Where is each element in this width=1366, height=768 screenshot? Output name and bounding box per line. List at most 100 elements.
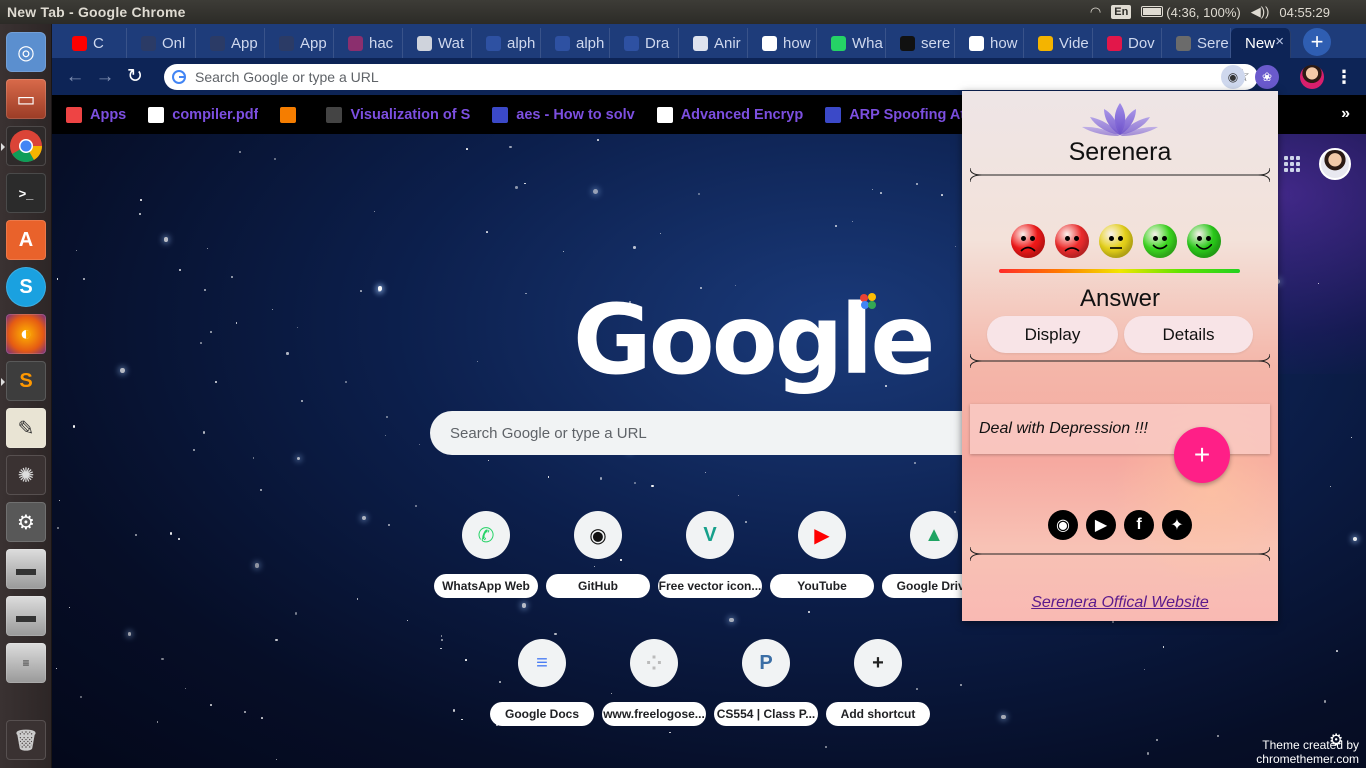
browser-tab[interactable]: C <box>58 28 127 58</box>
shortcut-favicon-icon: P <box>742 639 790 687</box>
star-dot <box>1352 536 1357 541</box>
details-button[interactable]: Details <box>1124 316 1253 353</box>
shortcut-tile[interactable]: ≡ Google Docs <box>486 639 598 739</box>
bookmark-label: ARP Spoofing At <box>849 106 966 123</box>
official-website-link[interactable]: Serenera Offical Website <box>962 594 1278 612</box>
terminal-icon[interactable]: >_ <box>6 173 46 213</box>
address-bar[interactable]: Search Google or type a URL ☆ <box>164 64 1258 90</box>
twitter-icon[interactable]: ✦ <box>1162 510 1192 540</box>
serenera-extension-icon[interactable]: ❀ <box>1255 65 1279 89</box>
browser-tab[interactable]: App <box>196 28 265 58</box>
browser-tab[interactable]: how <box>955 28 1024 58</box>
star-dot <box>477 360 479 362</box>
bookmarks-overflow-icon[interactable]: » <box>1341 105 1350 123</box>
tab-title: Vide <box>1059 34 1089 52</box>
star-dot <box>360 290 363 293</box>
sublime-text-icon[interactable]: S <box>1 361 46 401</box>
tab-new-tab[interactable]: New × <box>1231 28 1291 58</box>
star-dot <box>660 233 662 235</box>
bookmark-item[interactable] <box>280 106 304 123</box>
bookmark-item[interactable]: aes - How to solv <box>492 106 635 123</box>
browser-tab[interactable]: alph <box>541 28 610 58</box>
firefox-icon[interactable]: ◐ <box>6 314 46 354</box>
unity-launcher: ◎ ▭ >_ A S ◐ S ✎ ✺ ⚙ ▬ ▬ ≡ 🗑 <box>0 24 52 768</box>
shortcut-tile[interactable]: P CS554 | Class P... <box>710 639 822 739</box>
trash-icon[interactable]: 🗑 <box>6 720 46 760</box>
skype-icon[interactable]: S <box>6 267 46 307</box>
keyboard-layout-indicator[interactable]: En <box>1111 5 1132 19</box>
volume-icon[interactable]: ◀)) <box>1251 4 1270 20</box>
browser-tab[interactable]: Anir <box>679 28 748 58</box>
star-dot <box>593 188 599 194</box>
ntp-profile-avatar[interactable] <box>1319 148 1351 180</box>
settings-icon[interactable]: ⚙ <box>6 502 46 542</box>
browser-tab[interactable]: sere <box>886 28 955 58</box>
bookmark-item[interactable]: Advanced Encryp <box>656 106 803 123</box>
wifi-icon[interactable]: ◠ <box>1090 4 1101 20</box>
mood-angry-button[interactable] <box>1055 224 1089 258</box>
bookmark-item[interactable]: Apps <box>66 106 126 123</box>
back-button[interactable]: ← <box>60 62 90 92</box>
forward-button[interactable]: → <box>90 62 120 92</box>
youtube-icon[interactable]: ▶ <box>1086 510 1116 540</box>
add-task-button[interactable]: + <box>1174 427 1230 483</box>
network-tool-icon[interactable]: ✺ <box>6 455 46 495</box>
tab-title: Anir <box>714 34 741 52</box>
close-tab-icon[interactable]: × <box>1275 33 1284 50</box>
profile-avatar[interactable] <box>1300 65 1324 89</box>
files-icon[interactable]: ▭ <box>6 79 46 119</box>
shortcut-tile[interactable]: ◉ GitHub <box>542 511 654 611</box>
drive-icon[interactable]: ▬ <box>6 549 46 589</box>
browser-tab[interactable]: Sere <box>1162 28 1231 58</box>
text-editor-icon[interactable]: ✎ <box>6 408 46 448</box>
facebook-icon[interactable]: f <box>1124 510 1154 540</box>
browser-tab[interactable]: Dov <box>1093 28 1162 58</box>
ubuntu-dash-icon[interactable]: ◎ <box>6 32 46 72</box>
shortcut-tile[interactable]: V Free vector icon... <box>654 511 766 611</box>
extension-owl-icon[interactable]: ◉ <box>1221 65 1245 89</box>
chrome-toolbar: ← → ↻ Search Google or type a URL ☆ ◉ ❀ … <box>52 58 1366 95</box>
browser-tab[interactable]: Vide <box>1024 28 1093 58</box>
software-center-icon[interactable]: A <box>6 220 46 260</box>
browser-tab[interactable]: Wha <box>817 28 886 58</box>
ntp-search-box[interactable]: Search Google or type a URL <box>430 411 990 455</box>
mood-neutral-button[interactable] <box>1099 224 1133 258</box>
star-dot <box>1156 738 1159 741</box>
browser-tab[interactable]: how <box>748 28 817 58</box>
bookmark-item[interactable]: compiler.pdf <box>148 106 258 123</box>
browser-tab[interactable]: Wat <box>403 28 472 58</box>
star-dot <box>254 563 259 568</box>
clock[interactable]: 04:55:29 <box>1279 5 1330 20</box>
mood-very-angry-button[interactable] <box>1011 224 1045 258</box>
browser-tab[interactable]: hac <box>334 28 403 58</box>
drive-2-icon[interactable]: ▬ <box>6 596 46 636</box>
browser-tab[interactable]: App <box>265 28 334 58</box>
chrome-menu-icon[interactable]: ⋮ <box>1332 65 1356 89</box>
shortcut-tile[interactable]: ⁘ www.freelogose... <box>598 639 710 739</box>
google-apps-icon[interactable] <box>1284 156 1300 172</box>
browser-tab[interactable]: Dra <box>610 28 679 58</box>
chrome-icon[interactable] <box>1 126 46 166</box>
shortcut-tile[interactable]: ✆ WhatsApp Web <box>430 511 542 611</box>
window-title: New Tab - Google Chrome <box>7 4 186 20</box>
shortcut-tile[interactable]: ▶ YouTube <box>766 511 878 611</box>
browser-tab[interactable]: Onl <box>127 28 196 58</box>
storage-icon[interactable]: ≡ <box>6 643 46 683</box>
reload-button[interactable]: ↻ <box>120 62 150 92</box>
eye <box>1065 236 1070 241</box>
star-dot <box>852 221 854 223</box>
star-dot <box>386 416 389 419</box>
star-dot <box>487 459 490 461</box>
theme-credit[interactable]: Theme created by chromethemer.com <box>1247 738 1359 766</box>
bookmark-item[interactable]: Visualization of S <box>326 106 470 123</box>
mood-very-happy-button[interactable] <box>1187 224 1221 258</box>
new-tab-button[interactable]: + <box>1303 28 1331 56</box>
mood-happy-button[interactable] <box>1143 224 1177 258</box>
github-icon[interactable]: ◉ <box>1048 510 1078 540</box>
shortcut-tile[interactable]: + Add shortcut <box>822 639 934 739</box>
battery-indicator[interactable]: (4:36, 100%) <box>1141 5 1241 20</box>
bookmark-item[interactable]: ARP Spoofing At <box>825 106 966 123</box>
star-dot <box>415 505 418 508</box>
display-button[interactable]: Display <box>987 316 1118 353</box>
browser-tab[interactable]: alph <box>472 28 541 58</box>
